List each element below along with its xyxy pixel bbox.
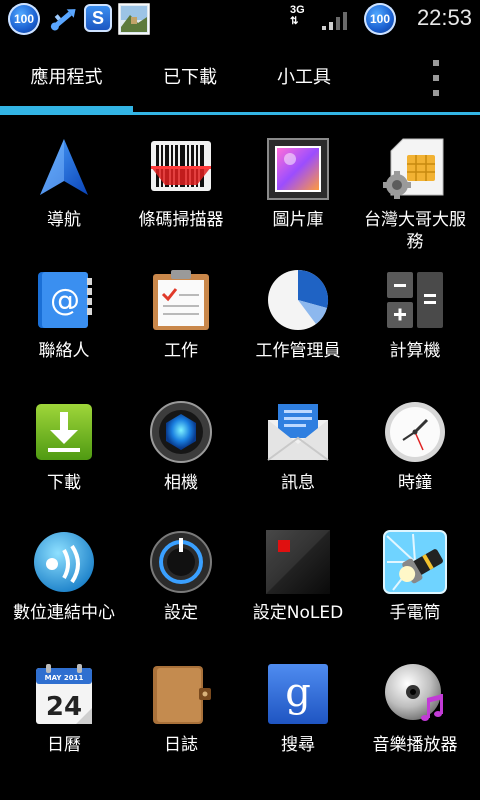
app-label: 計算機	[389, 341, 441, 361]
overflow-menu-icon[interactable]	[428, 60, 444, 96]
app-label: 日曆	[47, 735, 81, 755]
flashlight-icon	[383, 530, 447, 594]
app-barcode-scanner[interactable]: 條碼掃描器	[122, 137, 240, 269]
barcode-scanner-icon	[151, 141, 211, 191]
app-label: 訊息	[281, 473, 315, 493]
signal-strength-icon	[322, 12, 347, 30]
app-search[interactable]: g 搜尋	[239, 662, 357, 794]
calendar-month-label: MAY 2011	[45, 674, 84, 682]
usb-icon	[50, 9, 76, 31]
app-label: 日誌	[164, 735, 198, 755]
tab-downloaded[interactable]: 已下載	[133, 40, 247, 112]
status-bar: 100 S 3G ⇅ 100 22:53	[0, 0, 480, 40]
app-task-manager[interactable]: 工作管理員	[239, 268, 357, 400]
app-calendar[interactable]: MAY 2011 24 日曆	[5, 662, 123, 794]
app-tasks[interactable]: 工作	[122, 268, 240, 400]
app-label: 下載	[47, 473, 81, 493]
app-label: 音樂播放器	[372, 735, 458, 755]
status-clock: 22:53	[416, 5, 472, 30]
notes-icon	[153, 666, 211, 724]
network-type-indicator: 3G ⇅	[290, 4, 305, 28]
contacts-icon: @	[38, 272, 92, 328]
app-tw-service[interactable]: 台灣大哥大服務	[356, 137, 474, 269]
app-label: 搜尋	[281, 735, 315, 755]
app-camera[interactable]: 相機	[122, 400, 240, 532]
app-downloads[interactable]: 下載	[5, 400, 123, 532]
music-player-icon	[385, 664, 443, 721]
tasks-icon	[153, 270, 209, 330]
app-label: 時鐘	[398, 473, 432, 493]
google-search-icon: g	[268, 664, 328, 724]
clock-icon	[385, 402, 445, 462]
digital-link-icon	[34, 532, 94, 592]
app-music-player[interactable]: 音樂播放器	[356, 662, 474, 794]
calendar-icon: MAY 2011 24	[36, 664, 92, 724]
tab-widgets[interactable]: 小工具	[247, 40, 361, 112]
noled-settings-icon	[266, 530, 330, 594]
battery-level-icon: 100	[364, 3, 396, 35]
camera-icon	[150, 401, 212, 463]
download-icon	[36, 404, 92, 460]
messaging-icon	[267, 404, 329, 461]
tab-apps[interactable]: 應用程式	[0, 40, 133, 112]
calendar-day-label: 24	[46, 692, 82, 722]
app-settings-noled[interactable]: 設定NoLED	[239, 530, 357, 662]
app-label: 聯絡人	[38, 341, 90, 361]
app-label: 導航	[47, 210, 81, 230]
app-label: 數位連結中心	[13, 603, 115, 623]
task-manager-icon	[268, 269, 329, 330]
app-label: 設定NoLED	[252, 603, 344, 623]
app-settings[interactable]: 設定	[122, 530, 240, 662]
navigation-icon	[40, 139, 88, 195]
svg-text:@: @	[50, 283, 80, 318]
sim-service-icon	[383, 138, 444, 199]
app-label: 台灣大哥大服務	[364, 210, 466, 252]
network-type-label: 3G	[290, 4, 305, 16]
app-flashlight[interactable]: 手電筒	[356, 530, 474, 662]
app-label: 設定	[164, 603, 198, 623]
skype-icon: S	[84, 4, 112, 32]
calculator-icon	[387, 272, 443, 328]
app-contacts[interactable]: @ 聯絡人	[5, 268, 123, 400]
gallery-icon	[267, 138, 329, 200]
app-messaging[interactable]: 訊息	[239, 400, 357, 532]
app-calculator[interactable]: 計算機	[356, 268, 474, 400]
app-label: 相機	[164, 473, 198, 493]
app-clock[interactable]: 時鐘	[356, 400, 474, 532]
app-label: 條碼掃描器	[138, 210, 224, 230]
settings-icon	[150, 531, 212, 593]
tab-selected-indicator	[0, 106, 133, 113]
app-notes[interactable]: 日誌	[122, 662, 240, 794]
app-label: 手電筒	[389, 603, 441, 623]
photo-thumbnail-icon	[118, 3, 150, 35]
battery-badge-icon: 100	[8, 3, 40, 35]
app-label: 工作	[164, 341, 198, 361]
app-label: 圖片庫	[272, 210, 324, 230]
app-label: 工作管理員	[255, 341, 341, 361]
app-navigation[interactable]: 導航	[5, 137, 123, 269]
app-gallery[interactable]: 圖片庫	[239, 137, 357, 269]
search-glyph: g	[285, 670, 311, 716]
app-digital-link[interactable]: 數位連結中心	[5, 530, 123, 662]
tab-bar: 應用程式 已下載 小工具	[0, 40, 480, 116]
